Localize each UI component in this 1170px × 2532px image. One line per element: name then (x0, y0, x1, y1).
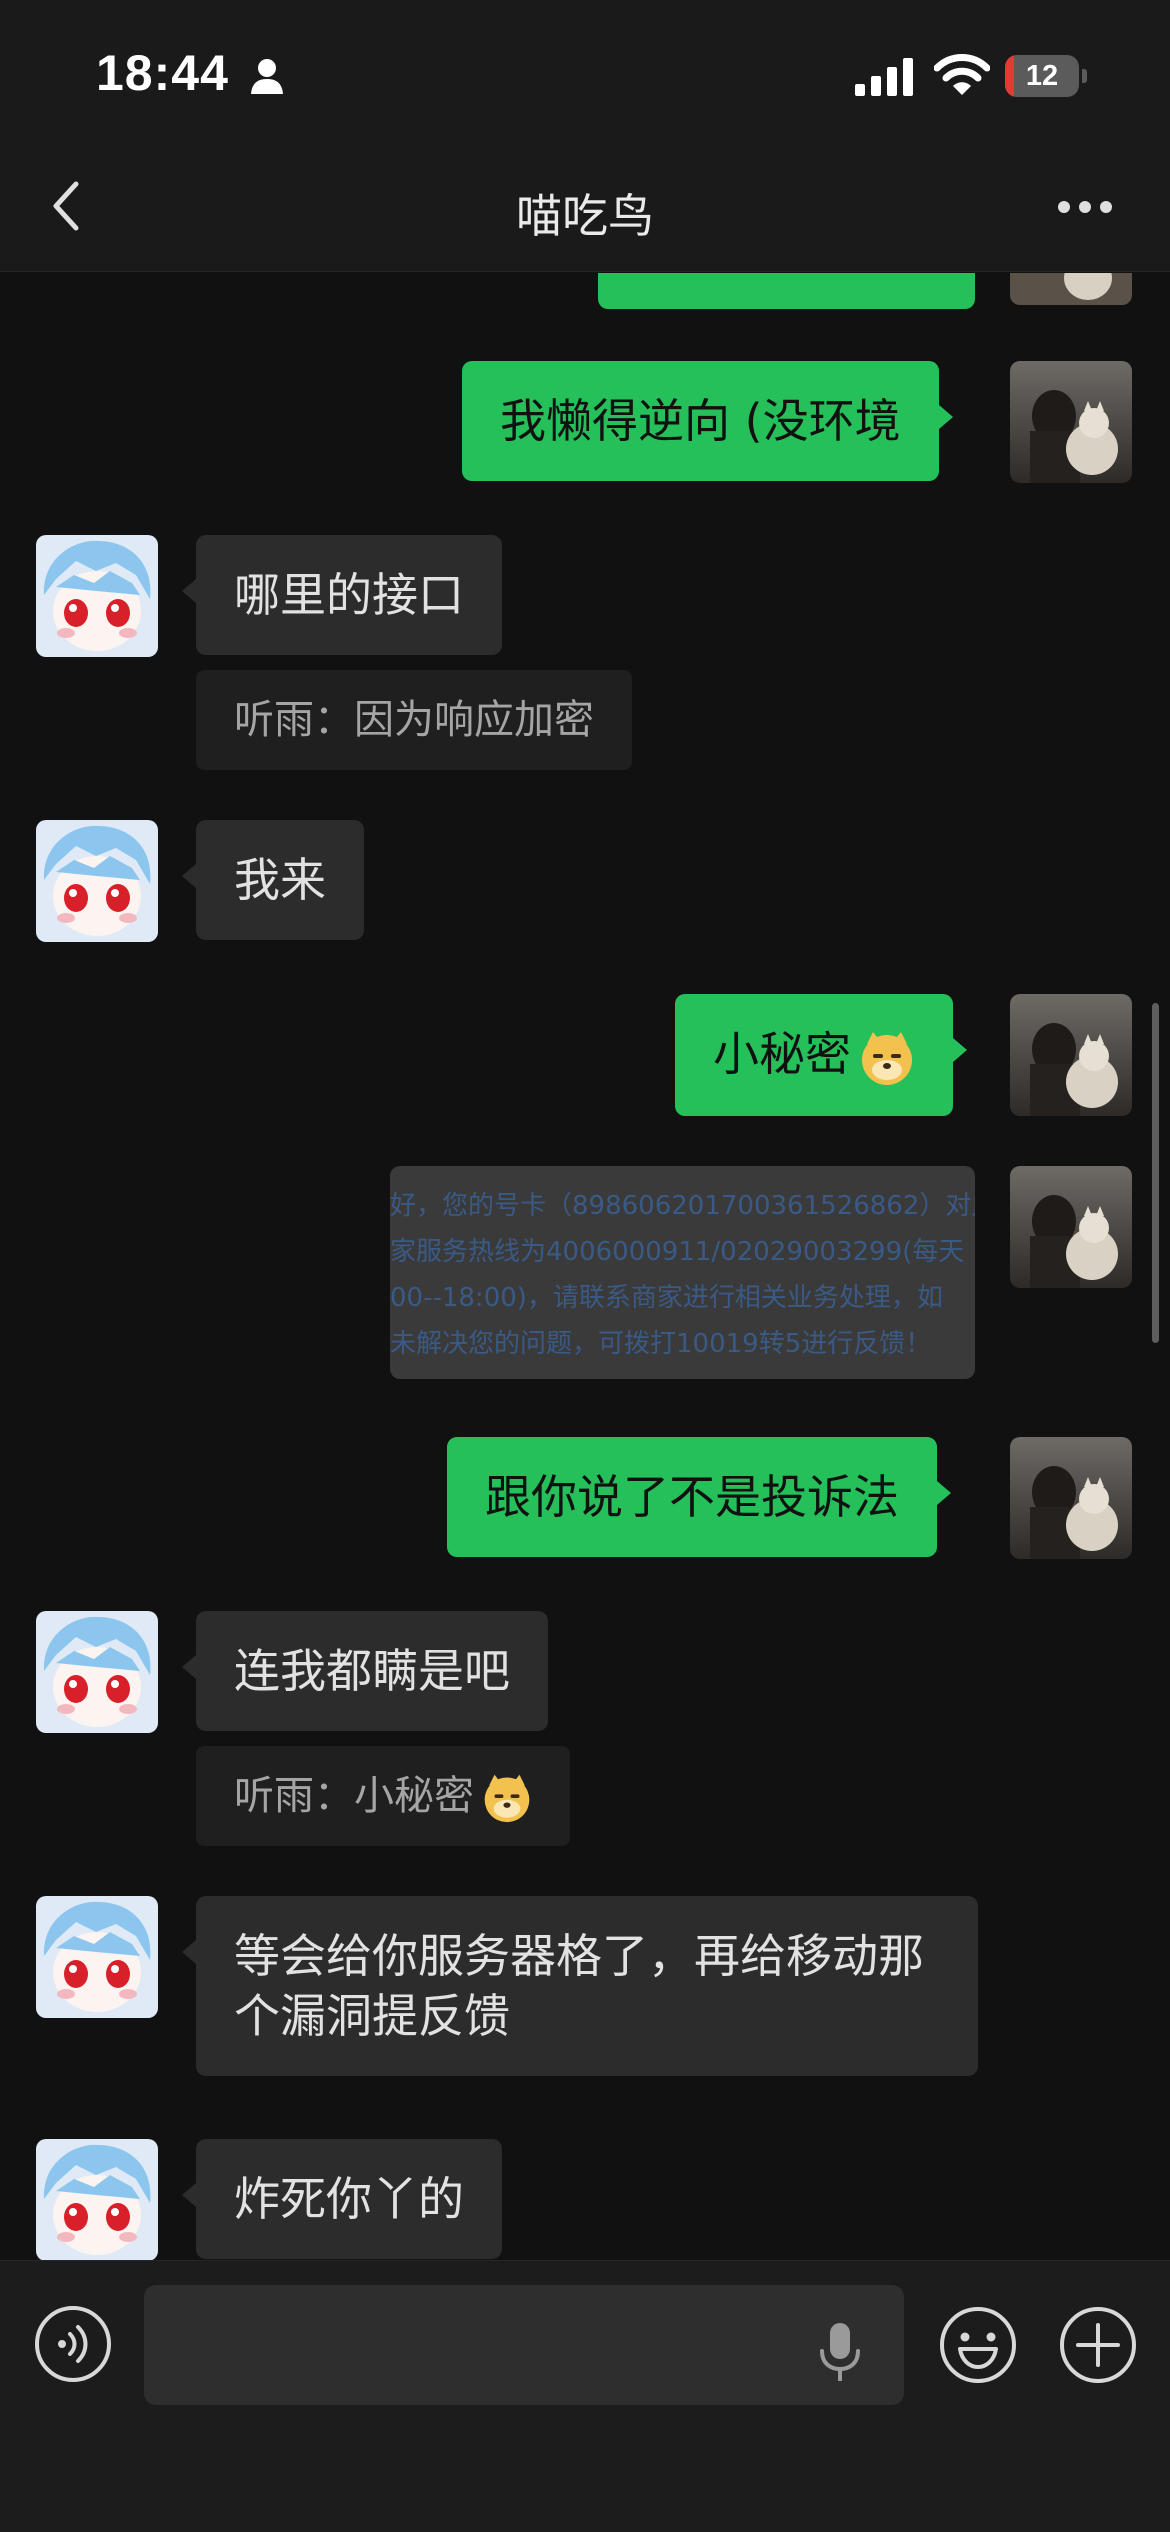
contact-avatar[interactable] (36, 820, 158, 942)
my-avatar[interactable] (1010, 1166, 1132, 1288)
doge-emoji-icon (484, 1774, 530, 1823)
quoted-reply[interactable]: 听雨：小秘密 (196, 1746, 570, 1846)
input-bar (0, 2260, 1170, 2532)
message-bubble-incoming[interactable]: 炸死你丫的 (182, 2139, 502, 2259)
contact-avatar[interactable] (36, 1611, 158, 1733)
message-bubble-outgoing-partial[interactable] (598, 273, 975, 309)
plus-icon[interactable] (1058, 2305, 1138, 2385)
image-text-line: 好，您的号卡（898606201700361526862）对此 (390, 1191, 975, 1221)
signal-icon (855, 58, 913, 96)
person-icon (251, 59, 283, 94)
microphone-icon[interactable] (818, 2321, 862, 2383)
my-avatar[interactable] (1010, 1437, 1132, 1559)
message-bubble-outgoing[interactable]: 跟你说了不是投诉法 (447, 1437, 951, 1557)
quoted-text: 听雨：小秘密 (234, 1773, 474, 1819)
image-message[interactable]: 好，您的号卡（898606201700361526862）对此 家服务热线为40… (390, 1166, 975, 1379)
message-bubble-incoming[interactable]: 等会给你服务器格了，再给移动那个漏洞提反馈 (182, 1896, 978, 2076)
image-text-line: 00--18:00)，请联系商家进行相关业务处理，如 (390, 1283, 943, 1313)
voice-mode-icon[interactable] (34, 2305, 112, 2383)
message-list[interactable]: 我懒得逆向 (没环境 哪里的接口 听雨：因为响应加密 我来 小秘密 好，您的号卡… (0, 273, 1170, 2260)
scrollbar[interactable] (1152, 1003, 1159, 1343)
status-bar: 18:44 12 (0, 0, 1170, 150)
image-text-line: 未解决您的问题，可拨打10019转5进行反馈！ (390, 1329, 932, 1359)
quoted-reply[interactable]: 听雨：因为响应加密 (196, 670, 632, 770)
message-input[interactable] (144, 2285, 904, 2405)
contact-avatar[interactable] (36, 535, 158, 657)
chat-title: 喵吃鸟 (516, 189, 654, 243)
my-avatar[interactable] (1010, 361, 1132, 483)
doge-emoji-icon (862, 1031, 912, 1085)
emoji-icon[interactable] (938, 2305, 1018, 2385)
battery-indicator: 12 (1005, 55, 1087, 97)
my-avatar[interactable] (1010, 273, 1132, 305)
my-avatar[interactable] (1010, 994, 1132, 1116)
message-bubble-incoming[interactable]: 连我都瞒是吧 (182, 1611, 548, 1731)
image-text-line: 家服务热线为4006000911/02029003299(每天 (390, 1237, 965, 1267)
status-time: 18:44 (96, 45, 229, 101)
message-bubble-outgoing[interactable]: 我懒得逆向 (没环境 (462, 361, 953, 481)
battery-level: 12 (1025, 60, 1059, 92)
message-bubble-incoming[interactable]: 哪里的接口 (182, 535, 502, 655)
message-text: 小秘密 (713, 1027, 851, 1081)
chat-header: 喵吃鸟 (0, 150, 1170, 272)
more-dots-icon[interactable] (1056, 198, 1114, 216)
contact-avatar[interactable] (36, 1896, 158, 2018)
wifi-icon (934, 54, 990, 95)
contact-avatar[interactable] (36, 2139, 158, 2260)
message-bubble-outgoing[interactable]: 小秘密 (675, 994, 967, 1116)
message-bubble-incoming[interactable]: 我来 (182, 820, 364, 940)
